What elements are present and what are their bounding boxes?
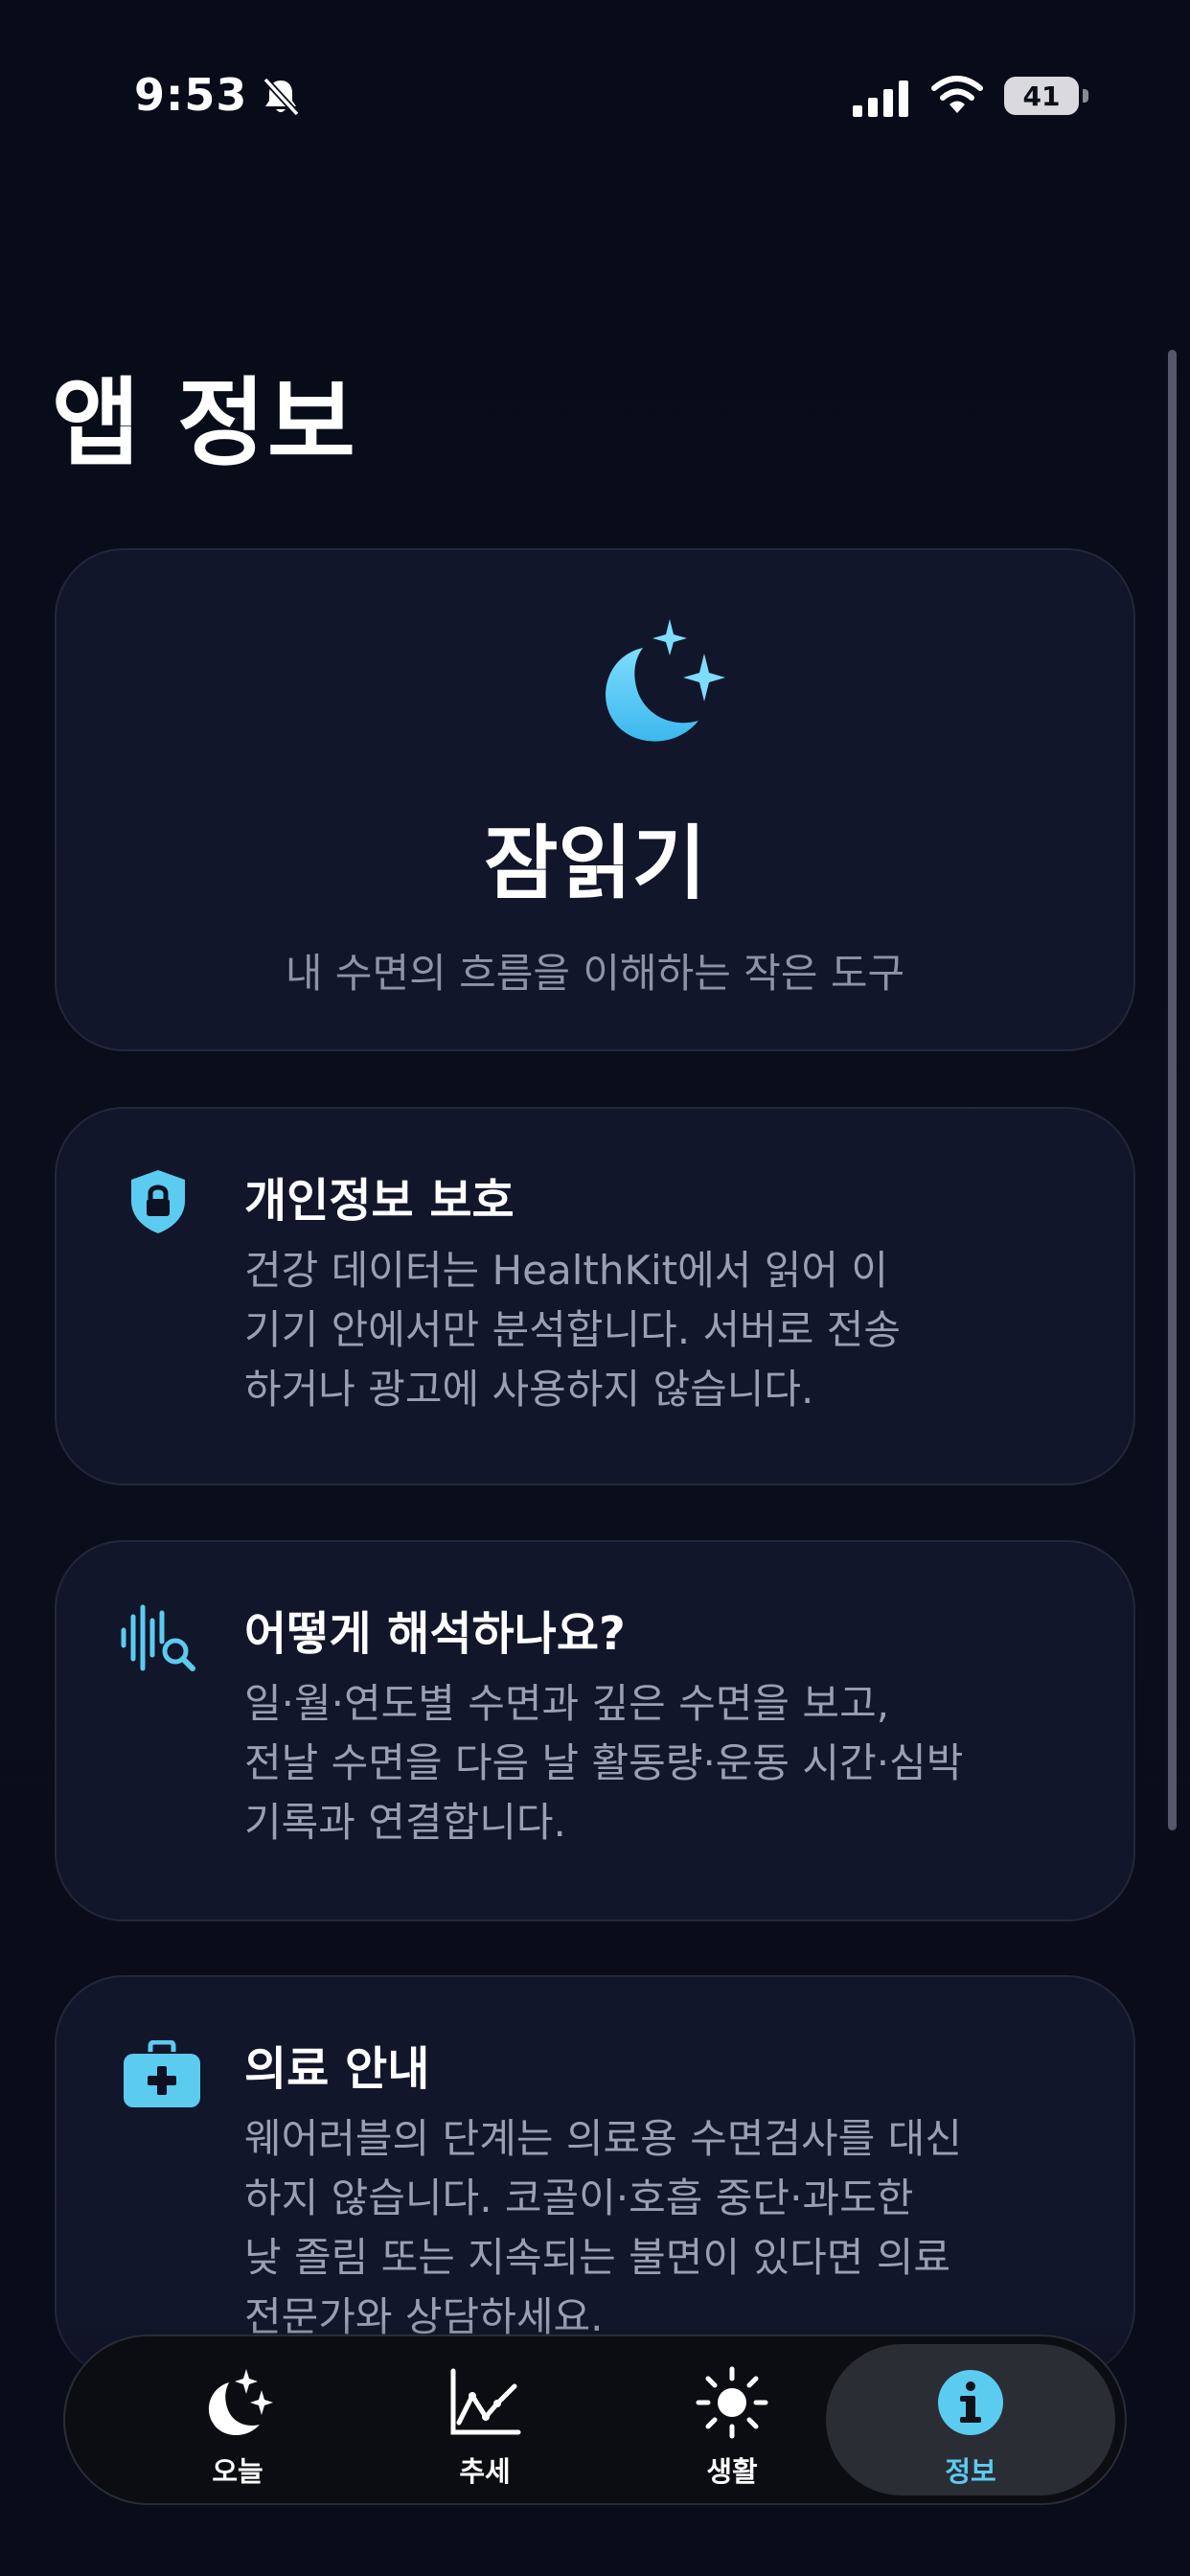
bell-slash-icon	[263, 77, 300, 117]
shield-lock-icon	[131, 1170, 185, 1233]
tab-info-label: 정보	[945, 2455, 996, 2488]
medical-body-line: 웨어러블의 단계는 의료용 수면검사를 대신	[244, 2115, 962, 2162]
interpretation-body-line: 전날 수면을 다음 날 활동량·운동 시간·심박	[244, 1739, 964, 1786]
medical-body-line: 낮 졸림 또는 지속되는 불면이 있다면 의료	[244, 2234, 950, 2281]
tab-trends[interactable]: 추세	[404, 2344, 565, 2496]
tab-lifestyle[interactable]: 생활	[652, 2344, 812, 2496]
privacy-body-line: 하거나 광고에 사용하지 않습니다.	[244, 1366, 814, 1413]
trend-chart-icon	[450, 2368, 521, 2435]
privacy-body: 건강 데이터는 HealthKit에서 읽어 이 기기 안에서만 분석합니다. …	[244, 1241, 1087, 1419]
interpretation-body-line: 기록과 연결합니다.	[244, 1799, 566, 1846]
tab-trends-label: 추세	[459, 2455, 511, 2488]
moon-stars-icon	[606, 619, 725, 742]
status-time: 9:53	[134, 69, 248, 121]
app-tagline: 내 수면의 흐름을 이해하는 작은 도구	[285, 950, 905, 997]
scroll-indicator[interactable]	[1168, 350, 1177, 1830]
tab-today-label: 오늘	[212, 2455, 263, 2488]
privacy-title: 개인정보 보호	[244, 1174, 515, 1228]
battery-indicator: 41	[1004, 77, 1088, 115]
privacy-card: 개인정보 보호 건강 데이터는 HealthKit에서 읽어 이 기기 안에서만…	[55, 1107, 1135, 1485]
wifi-icon	[931, 76, 983, 113]
medical-body: 웨어러블의 단계는 의료용 수면검사를 대신 하지 않습니다. 코골이·호흡 중…	[244, 2109, 1087, 2347]
status-bar: 9:53 41	[0, 0, 1190, 196]
tab-info[interactable]: 정보	[826, 2344, 1115, 2496]
app-hero-card: 잠읽기 내 수면의 흐름을 이해하는 작은 도구	[55, 548, 1135, 1051]
moon-stars-icon	[208, 2369, 273, 2436]
info-icon	[938, 2370, 1003, 2435]
interpretation-card: 어떻게 해석하나요? 일·월·연도별 수면과 깊은 수면을 보고, 전날 수면을…	[55, 1540, 1135, 1921]
page-title: 앱 정보	[52, 367, 357, 479]
battery-level: 41	[1004, 77, 1079, 115]
medical-notice-card: 의료 안내 웨어러블의 단계는 의료용 수면검사를 대신 하지 않습니다. 코골…	[55, 1975, 1135, 2378]
sun-icon	[696, 2366, 768, 2439]
interpretation-body: 일·월·연도별 수면과 깊은 수면을 보고, 전날 수면을 다음 날 활동량·운…	[244, 1674, 1087, 1852]
medical-kit-icon	[124, 2040, 200, 2107]
battery-cap	[1083, 89, 1088, 103]
tab-lifestyle-label: 생활	[706, 2455, 758, 2488]
waveform-magnifier-icon	[121, 1604, 195, 1671]
app-screen: 9:53 41 앱 정보 잠읽기 내 수면의 흐름을 이해하는 작은 도구 개인…	[0, 0, 1190, 2576]
tab-bar: 오늘 추세 생활 정보	[63, 2334, 1127, 2505]
medical-body-line: 하지 않습니다. 코골이·호흡 중단·과도한	[244, 2174, 914, 2221]
app-name: 잠읽기	[484, 816, 706, 910]
privacy-body-line: 기기 안에서만 분석합니다. 서버로 전송	[244, 1306, 901, 1353]
interpretation-body-line: 일·월·연도별 수면과 깊은 수면을 보고,	[244, 1680, 890, 1727]
cellular-signal-icon	[853, 80, 908, 117]
tab-today[interactable]: 오늘	[157, 2344, 318, 2496]
interpretation-title: 어떻게 해석하나요?	[244, 1607, 626, 1661]
privacy-body-line: 건강 데이터는 HealthKit에서 읽어 이	[244, 1247, 889, 1294]
medical-title: 의료 안내	[244, 2042, 430, 2096]
